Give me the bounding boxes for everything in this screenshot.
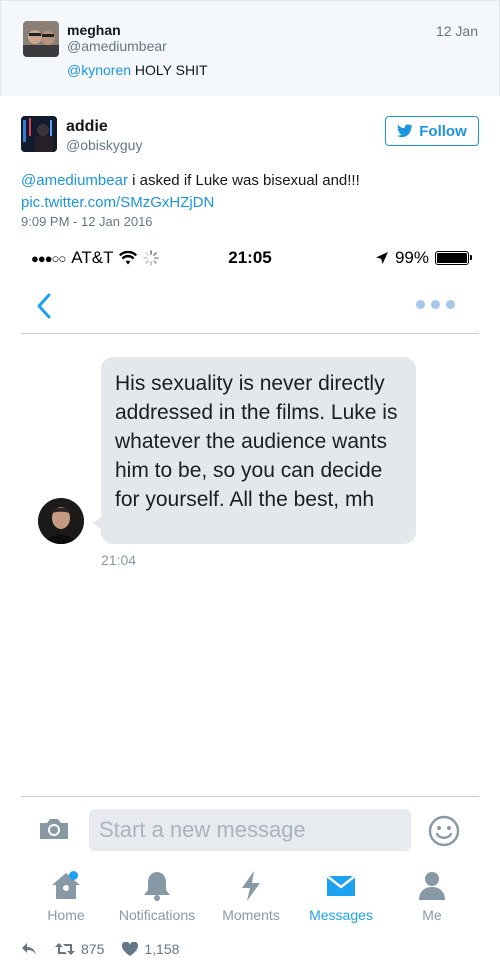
ios-status-bar: ●●●○○ AT&T 21:05 99% [21, 246, 479, 270]
parent-author-handle[interactable]: @amediumbear [67, 38, 167, 54]
parent-tweet-date[interactable]: 12 Jan [436, 23, 478, 39]
attached-screenshot[interactable]: ●●●○○ AT&T 21:05 99% His sexuality is ne… [21, 236, 479, 936]
battery-icon [435, 251, 472, 265]
tweet-body: i asked if Luke was bisexual and!!! [132, 172, 360, 189]
retweet-button[interactable]: 875 [55, 941, 104, 957]
more-options-icon[interactable] [416, 300, 455, 309]
back-chevron-icon[interactable] [35, 292, 53, 320]
like-count: 1,158 [144, 941, 180, 957]
follow-button[interactable]: Follow [385, 116, 479, 146]
author-handle[interactable]: @obiskyguy [66, 137, 142, 153]
heart-icon [122, 942, 139, 956]
sender-avatar[interactable] [38, 498, 84, 544]
app-tab-bar: Home Notifications Moments Messages Me [21, 861, 479, 929]
tab-me-label: Me [422, 907, 442, 923]
twitter-bird-icon [397, 124, 413, 138]
tweet-actions: 875 1,158 [21, 938, 197, 960]
reply-icon [22, 943, 36, 955]
location-arrow-icon [375, 252, 388, 264]
parent-tweet-body: HOLY SHIT [134, 62, 208, 78]
envelope-icon [326, 875, 356, 896]
author-name[interactable]: addie [66, 118, 108, 136]
parent-tweet[interactable]: meghan @amediumbear 12 Jan @kynoren HOLY… [0, 0, 500, 96]
retweet-count: 875 [81, 941, 105, 957]
bell-icon [144, 872, 170, 901]
tweet-text: @amediumbear i asked if Luke was bisexua… [21, 170, 481, 214]
emoji-icon[interactable] [428, 815, 460, 847]
message-timestamp: 21:04 [101, 552, 137, 568]
home-notification-dot [69, 871, 78, 880]
parent-mention-link[interactable]: @kynoren [67, 62, 131, 78]
tab-me[interactable]: Me [377, 861, 487, 929]
tweet-mention-link[interactable]: @amediumbear [21, 172, 128, 189]
lightning-icon [242, 871, 260, 901]
message-bubble[interactable]: His sexuality is never directly addresse… [93, 357, 416, 544]
parent-tweet-text: @kynoren HOLY SHIT [67, 62, 208, 78]
follow-label: Follow [419, 122, 467, 140]
conversation-nav-bar [21, 284, 479, 334]
retweet-icon [55, 943, 75, 955]
message-input[interactable]: Start a new message [89, 809, 411, 851]
tweet-pic-link[interactable]: pic.twitter.com/SMzGxHZjDN [21, 194, 214, 211]
parent-author-name[interactable]: meghan [67, 22, 121, 38]
author-avatar[interactable] [21, 116, 57, 152]
like-button[interactable]: 1,158 [122, 941, 179, 957]
parent-avatar[interactable] [23, 21, 59, 57]
tweet-timestamp[interactable]: 9:09 PM - 12 Jan 2016 [21, 214, 153, 229]
person-icon [419, 872, 445, 900]
battery-percent: 99% [394, 248, 429, 267]
reply-button[interactable] [21, 942, 37, 956]
message-composer: Start a new message [21, 796, 479, 858]
camera-icon[interactable] [38, 817, 70, 841]
